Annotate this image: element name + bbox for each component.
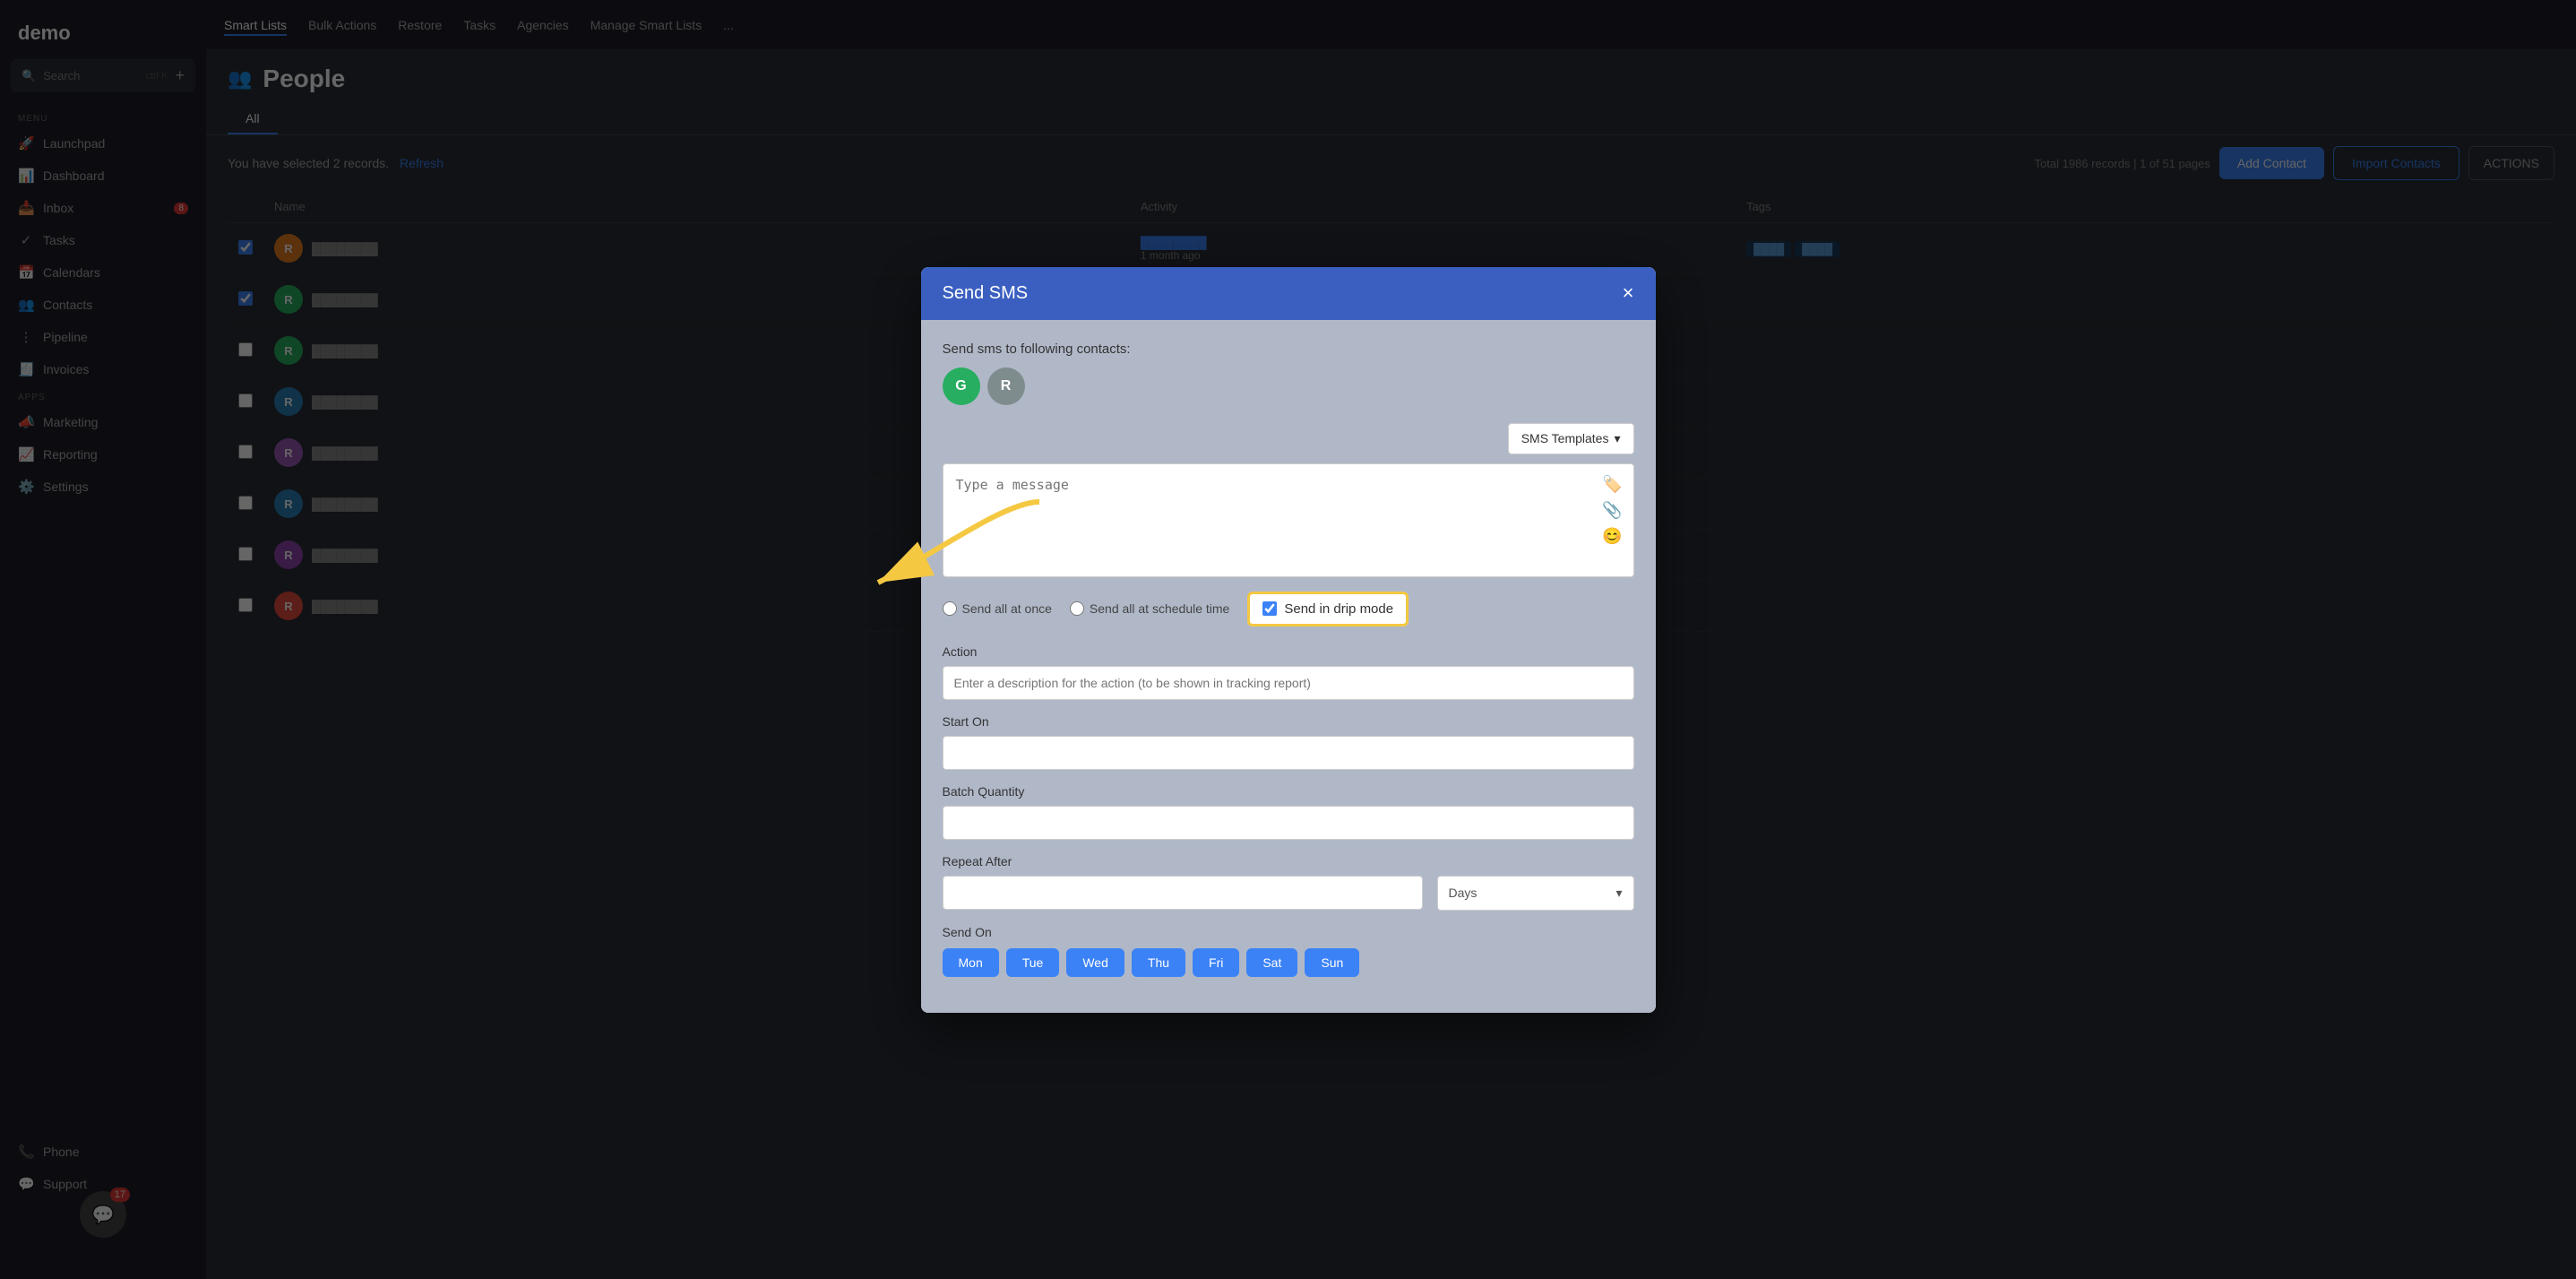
modal-body: Send sms to following contacts: G R SMS …: [921, 320, 1656, 1013]
send-all-at-once-option[interactable]: Send all at once: [943, 601, 1052, 616]
send-in-drip-label: Send in drip mode: [1284, 601, 1393, 617]
day-buttons: MonTueWed Thu FriSat Sun: [943, 948, 1634, 977]
batch-quantity-group: Batch Quantity: [943, 784, 1634, 840]
start-on-input[interactable]: [943, 736, 1634, 770]
day-button[interactable]: Tue: [1006, 948, 1060, 977]
templates-row: SMS Templates ▾: [943, 423, 1634, 454]
contacts-label: Send sms to following contacts:: [943, 341, 1634, 357]
contact-avatars: G R: [943, 367, 1634, 405]
send-on-group: Send On MonTueWed Thu FriSat Sun: [943, 925, 1634, 977]
repeat-after-label: Repeat After: [943, 854, 1634, 869]
emoji-icon[interactable]: 😊: [1602, 527, 1622, 546]
modal-header: Send SMS ×: [921, 267, 1656, 320]
batch-quantity-input[interactable]: [943, 806, 1634, 840]
templates-label: SMS Templates: [1521, 431, 1609, 445]
chevron-down-icon: ▾: [1615, 886, 1622, 901]
send-in-drip-option[interactable]: Send in drip mode: [1247, 592, 1409, 627]
send-at-schedule-option[interactable]: Send all at schedule time: [1070, 601, 1229, 616]
modal-overlay[interactable]: Send SMS × Send sms to following contact…: [0, 0, 2576, 1279]
drip-option-container: Send in drip mode: [1247, 592, 1409, 627]
start-on-group: Start On: [943, 714, 1634, 770]
sms-templates-button[interactable]: SMS Templates ▾: [1508, 423, 1634, 454]
days-select-wrapper: Days ▾: [1437, 876, 1634, 911]
modal-title: Send SMS: [943, 283, 1029, 304]
days-select[interactable]: Days ▾: [1437, 876, 1634, 911]
days-option-label: Days: [1449, 886, 1478, 900]
send-all-at-once-radio[interactable]: [943, 601, 957, 616]
send-sms-modal: Send SMS × Send sms to following contact…: [921, 267, 1656, 1013]
attachment-icon[interactable]: 📎: [1602, 501, 1622, 520]
repeat-after-row: Days ▾: [943, 876, 1634, 911]
day-button[interactable]: Fri: [1193, 948, 1239, 977]
start-on-label: Start On: [943, 714, 1634, 729]
repeat-after-group: Repeat After Days ▾: [943, 854, 1634, 911]
repeat-after-input-wrapper: [943, 876, 1423, 911]
action-input[interactable]: [943, 666, 1634, 700]
action-group: Action: [943, 644, 1634, 700]
contact-avatar-r: R: [987, 367, 1025, 405]
day-button[interactable]: Sat: [1246, 948, 1297, 977]
message-icons: 🏷️ 📎 😊: [1602, 475, 1622, 546]
tag-icon[interactable]: 🏷️: [1602, 475, 1622, 494]
repeat-after-input[interactable]: [943, 876, 1423, 910]
message-input[interactable]: [943, 464, 1633, 572]
day-button[interactable]: Wed: [1066, 948, 1124, 977]
action-label: Action: [943, 644, 1634, 659]
message-area-wrapper: 🏷️ 📎 😊: [943, 463, 1634, 577]
batch-quantity-label: Batch Quantity: [943, 784, 1634, 799]
send-in-drip-checkbox[interactable]: [1262, 601, 1277, 616]
send-options: Send all at once Send all at schedule ti…: [943, 592, 1634, 627]
send-at-schedule-label: Send all at schedule time: [1090, 601, 1229, 616]
send-on-label: Send On: [943, 925, 1634, 939]
day-button[interactable]: Mon: [943, 948, 999, 977]
modal-close-button[interactable]: ×: [1623, 283, 1634, 303]
send-all-at-once-label: Send all at once: [962, 601, 1052, 616]
day-button[interactable]: Sun: [1305, 948, 1359, 977]
day-button[interactable]: Thu: [1132, 948, 1185, 977]
send-at-schedule-radio[interactable]: [1070, 601, 1084, 616]
contact-avatar-g: G: [943, 367, 980, 405]
chevron-down-icon: ▾: [1614, 431, 1620, 446]
